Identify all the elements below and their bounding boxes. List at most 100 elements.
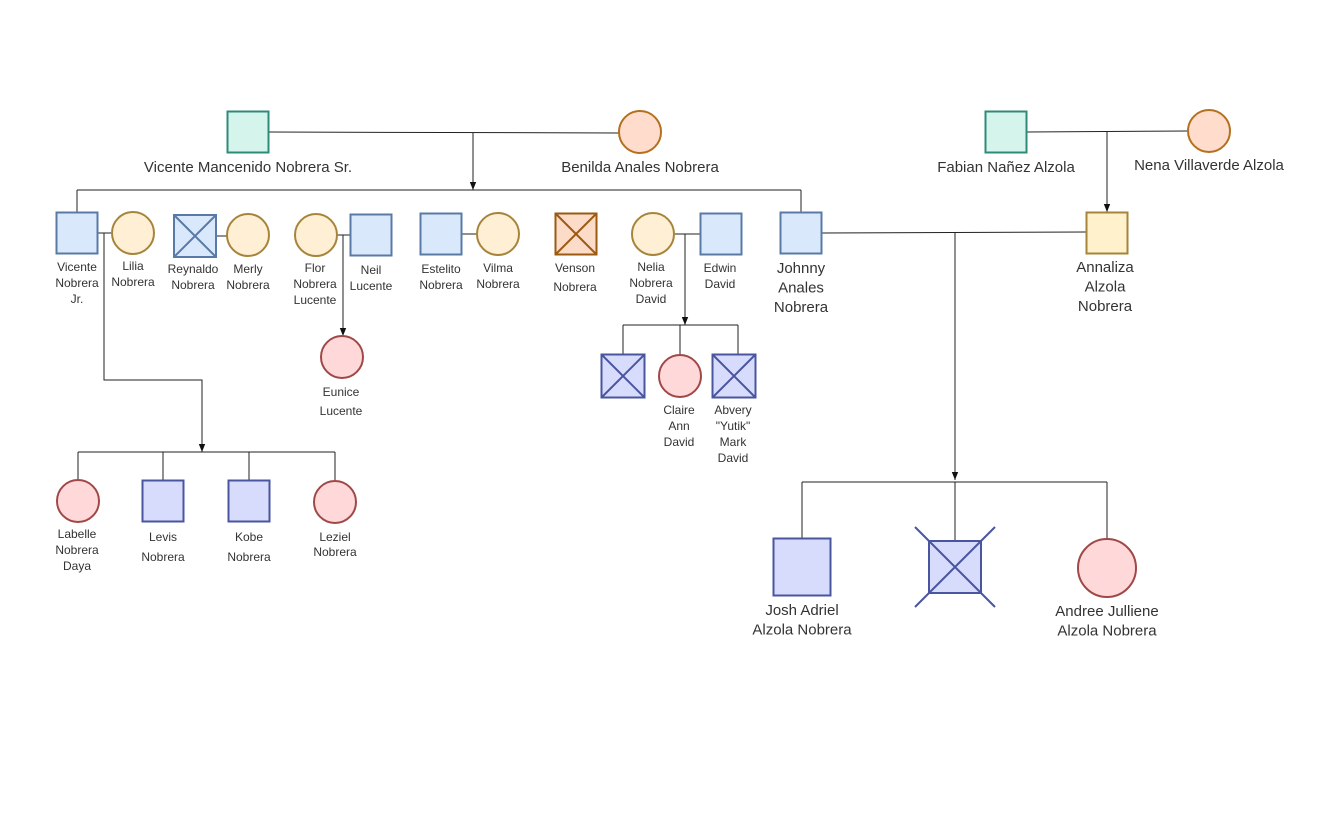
person-label: Edwin [704, 261, 737, 275]
person-kobe[interactable]: Kobe Nobrera [227, 479, 271, 565]
sibling-line [76, 189, 802, 212]
marriage-line [821, 231, 1088, 234]
female-circle-symbol [618, 110, 662, 154]
female-circle-symbol [294, 213, 338, 257]
person-label: Lucente [320, 404, 363, 418]
person-label: Jr. [71, 292, 84, 306]
person-edwin[interactable]: Edwin David [699, 212, 743, 292]
person-label: Ann [668, 419, 689, 433]
person-label: Flor [305, 261, 326, 275]
sibling-line [622, 324, 739, 355]
female-circle-symbol [226, 213, 270, 257]
female-circle-symbol [313, 480, 357, 524]
person-label: Nelia [637, 260, 665, 274]
person-label: Nobrera [55, 543, 99, 557]
marriage-line [268, 131, 620, 134]
person-vicente-jr[interactable]: Vicente Nobrera Jr. [55, 211, 99, 307]
female-circle-symbol [631, 212, 675, 256]
person-reynaldo[interactable]: Reynaldo Nobrera [168, 214, 219, 292]
person-label: Nena Villaverde Alzola [1134, 157, 1284, 174]
person-benilda[interactable]: Benilda Anales Nobrera [561, 110, 719, 176]
person-label: Anales [778, 280, 824, 297]
person-label: Johnny [777, 260, 826, 277]
person-nena[interactable]: Nena Villaverde Alzola [1134, 109, 1285, 174]
person-david-child-1[interactable] [600, 353, 646, 399]
male-square-symbol [779, 211, 823, 255]
person-label: Kobe [235, 530, 263, 544]
person-label: Nobrera [553, 280, 597, 294]
person-label: David [705, 277, 736, 291]
person-levis[interactable]: Levis Nobrera [141, 479, 185, 565]
female-circle-symbol [56, 479, 100, 523]
person-andree[interactable]: Andree Julliene Alzola Nobrera [1055, 538, 1159, 640]
person-label: Reynaldo [168, 262, 219, 276]
person-label: Nobrera [293, 277, 337, 291]
person-label: Estelito [421, 262, 461, 276]
person-merly[interactable]: Merly Nobrera [226, 213, 270, 292]
person-neil[interactable]: Neil Lucente [349, 213, 393, 294]
person-label: Venson [555, 261, 595, 275]
person-label: Daya [63, 559, 91, 573]
person-label: Fabian Nañez Alzola [937, 159, 1075, 176]
person-label: Nobrera [111, 275, 155, 289]
person-label: Vicente [57, 260, 97, 274]
person-label: Mark [720, 435, 748, 449]
person-label: Nobrera [774, 299, 829, 316]
male-square-symbol [419, 212, 463, 256]
person-label: Lucente [350, 279, 393, 293]
person-flor[interactable]: Flor Nobrera Lucente [293, 213, 338, 307]
person-label: Nobrera [629, 276, 673, 290]
person-leziel[interactable]: LezielNobrera [313, 480, 357, 559]
person-label: Eunice [323, 385, 360, 399]
female-circle-symbol [320, 335, 364, 379]
person-label: Nobrera [55, 276, 99, 290]
male-square-symbol [226, 110, 270, 154]
person-labelle[interactable]: Labelle Nobrera Daya [55, 479, 100, 573]
person-vilma[interactable]: Vilma Nobrera [476, 212, 520, 291]
family-tree-diagram: Vicente Mancenido Nobrera Sr. Benilda Ana… [55, 109, 1285, 640]
person-label: Lucente [294, 293, 337, 307]
male-square-symbol [227, 479, 271, 523]
person-label: Nobrera [313, 545, 357, 559]
person-nelia[interactable]: Nelia Nobrera David [629, 212, 675, 306]
person-label: Leziel [319, 530, 350, 544]
person-johnny[interactable]: Johnny Anales Nobrera [774, 211, 829, 317]
person-label: David [636, 292, 667, 306]
person-lilia[interactable]: Lilia Nobrera [111, 211, 155, 289]
person-claire[interactable]: Claire Ann David [658, 354, 702, 449]
male-square-symbol [55, 211, 99, 255]
person-label: Nobrera [226, 278, 270, 292]
person-label: Andree Julliene [1055, 603, 1158, 620]
person-eunice[interactable]: Eunice Lucente [320, 335, 364, 418]
person-fabian[interactable]: Fabian Nañez Alzola [937, 110, 1075, 177]
person-label: Claire [663, 403, 695, 417]
marriage-line [1026, 130, 1189, 133]
sibling-line [801, 481, 1108, 541]
person-estelito[interactable]: Estelito Nobrera [419, 212, 463, 293]
person-label: Vilma [483, 261, 513, 275]
person-label: Annaliza [1076, 259, 1134, 276]
people: Vicente Mancenido Nobrera Sr. Benilda Ana… [55, 109, 1285, 640]
person-label: Nobrera [1078, 298, 1133, 315]
male-square-symbol [984, 110, 1028, 154]
person-annaliza[interactable]: Annaliza Alzola Nobrera [1076, 211, 1134, 316]
person-label: Nobrera [476, 277, 520, 291]
male-square-symbol [699, 212, 743, 256]
person-label: Nobrera [227, 550, 271, 564]
person-label: "Yutik" [716, 419, 751, 433]
person-label: Alzola Nobrera [752, 622, 852, 639]
male-square-symbol [1085, 211, 1129, 255]
person-abvery[interactable]: Abvery "Yutik" Mark David [711, 353, 757, 466]
person-josh[interactable]: Josh Adriel Alzola Nobrera [752, 537, 852, 639]
person-venson[interactable]: Venson Nobrera [553, 212, 598, 295]
person-label: Nobrera [419, 278, 463, 292]
person-label: Neil [361, 263, 382, 277]
male-square-symbol [141, 479, 185, 523]
female-circle-symbol [1077, 538, 1137, 598]
person-label: Alzola [1085, 279, 1127, 296]
person-label: Alzola Nobrera [1057, 623, 1157, 640]
person-vicente-sr[interactable]: Vicente Mancenido Nobrera Sr. [144, 110, 352, 177]
person-label: Nobrera [171, 278, 215, 292]
female-circle-symbol [658, 354, 702, 398]
female-circle-symbol [1187, 109, 1231, 153]
